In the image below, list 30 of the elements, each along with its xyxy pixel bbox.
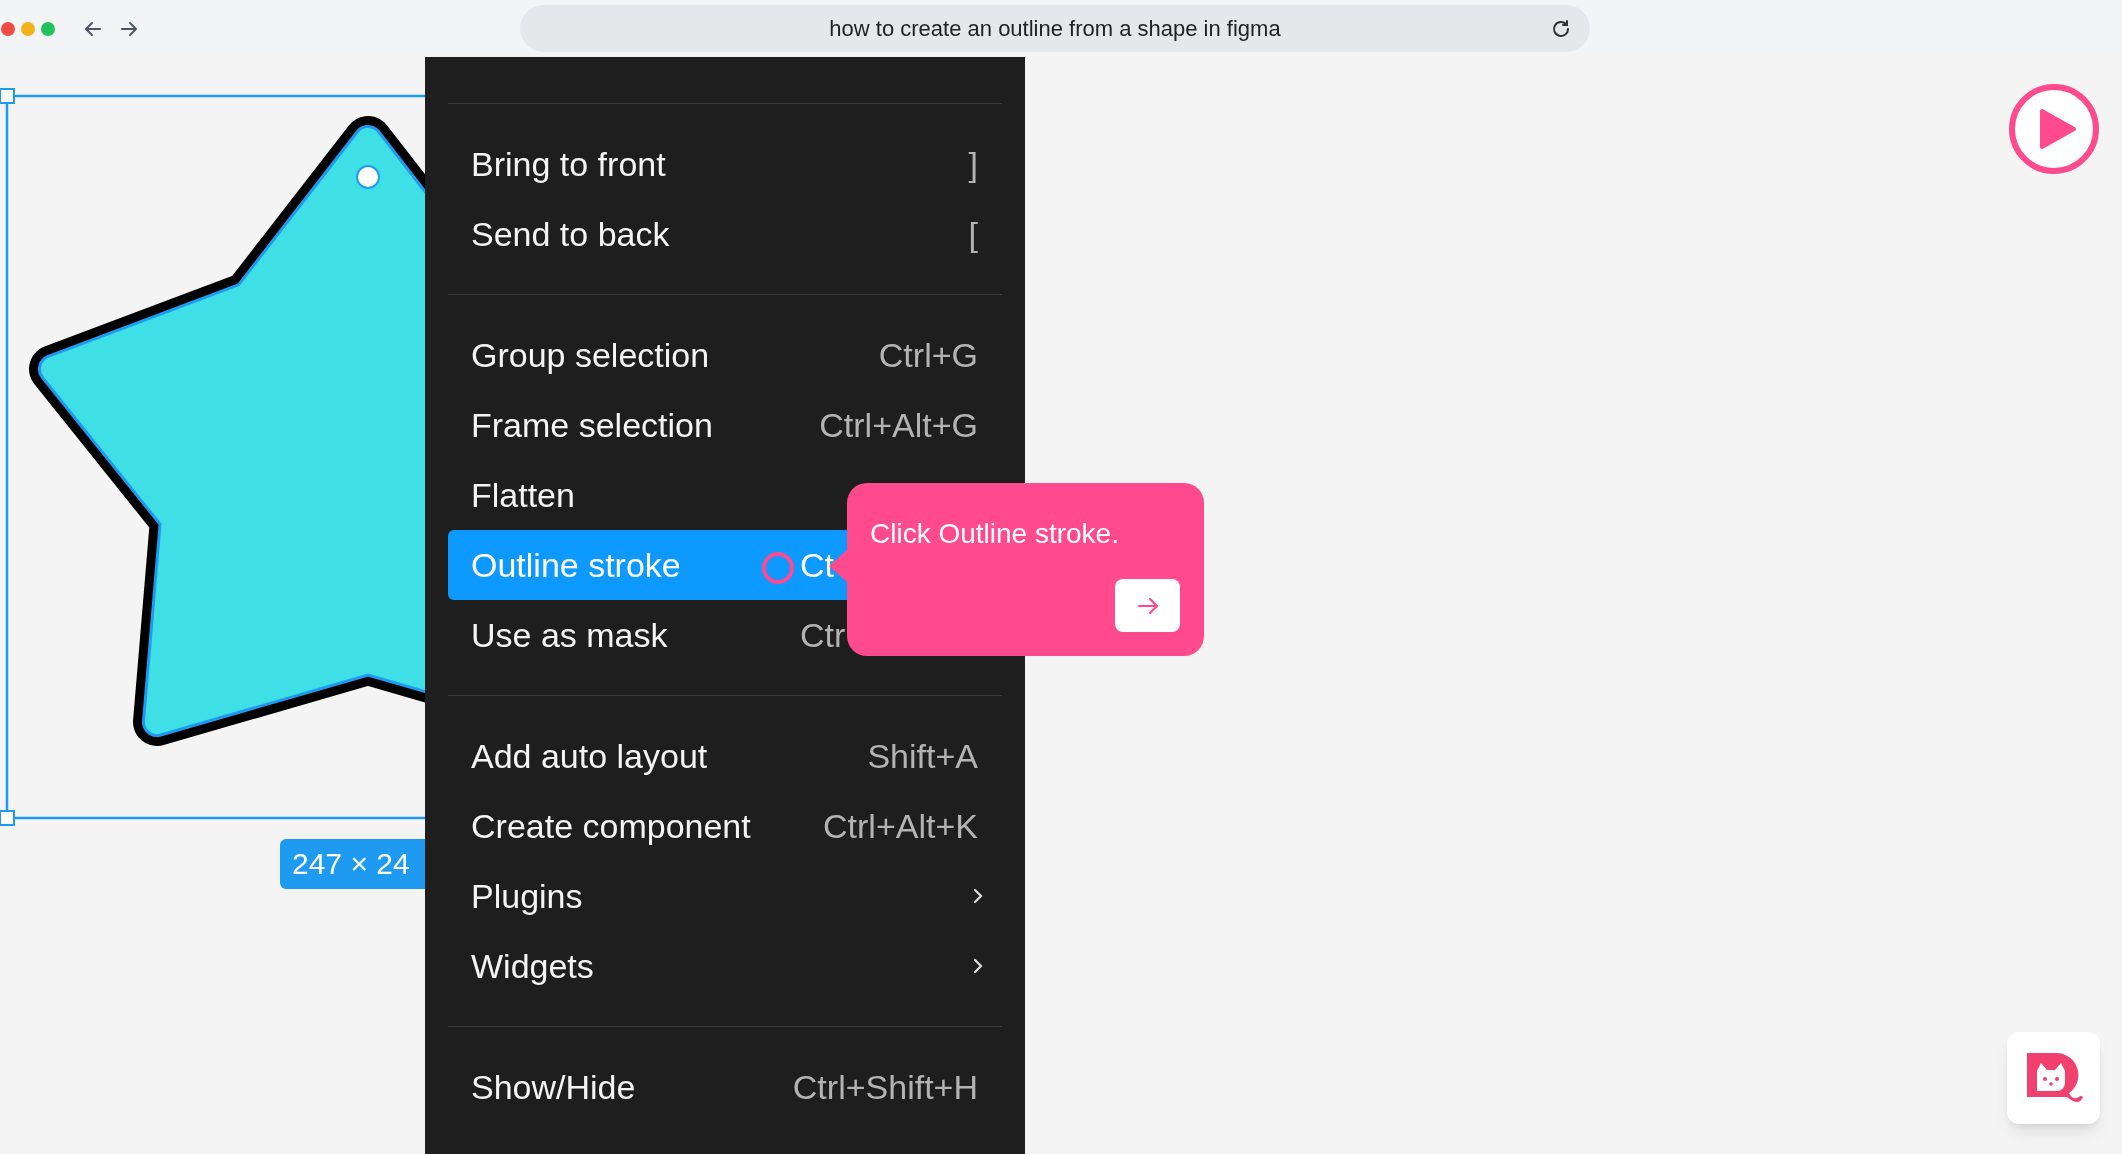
menu-item[interactable]: Add auto layout Shift+A bbox=[448, 721, 1002, 791]
chevron-right-icon bbox=[972, 957, 984, 975]
size-label: 247 × 24 bbox=[280, 839, 425, 889]
menu-item[interactable]: Group selection Ctrl+G bbox=[448, 320, 1002, 390]
menu-item[interactable]: Bring to front ] bbox=[448, 129, 1002, 199]
shortcut-text: Ctrl+G bbox=[878, 334, 978, 376]
menu-item[interactable]: Send to back [ bbox=[448, 199, 1002, 269]
shortcut-text: Ct bbox=[800, 544, 834, 586]
shortcut-text: Ctrl+Alt+G bbox=[819, 404, 978, 446]
shortcut-text: Ctrl+Alt+K bbox=[823, 805, 978, 847]
click-marker bbox=[762, 552, 794, 584]
shortcut-text: Shift+A bbox=[867, 735, 978, 777]
address-text: how to create an outline from a shape in figma bbox=[829, 15, 1281, 43]
shortcut-text: ] bbox=[968, 143, 978, 185]
address-bar[interactable]: how to create an outline from a shape in figma bbox=[520, 5, 1590, 52]
menu-item[interactable]: Plugins bbox=[448, 861, 1002, 931]
chevron-right-icon bbox=[972, 887, 984, 905]
next-button[interactable] bbox=[1115, 579, 1180, 632]
menu-item[interactable]: Widgets bbox=[448, 931, 1002, 1001]
reload-icon[interactable] bbox=[1550, 17, 1572, 40]
shortcut-text: Ctr bbox=[800, 614, 846, 656]
shortcut-text: [ bbox=[968, 213, 978, 255]
menu-item[interactable]: Create component Ctrl+Alt+K bbox=[448, 791, 1002, 861]
menu-item[interactable]: Show/Hide Ctrl+Shift+H bbox=[448, 1052, 1002, 1122]
resize-handle[interactable] bbox=[0, 88, 15, 104]
resize-handle[interactable] bbox=[0, 810, 15, 826]
play-icon bbox=[2039, 108, 2077, 150]
assistant-button[interactable] bbox=[2007, 1032, 2100, 1124]
shortcut-text: Ctrl+Shift+H bbox=[792, 1066, 978, 1108]
menu-item[interactable]: Frame selection Ctrl+Alt+G bbox=[448, 390, 1002, 460]
